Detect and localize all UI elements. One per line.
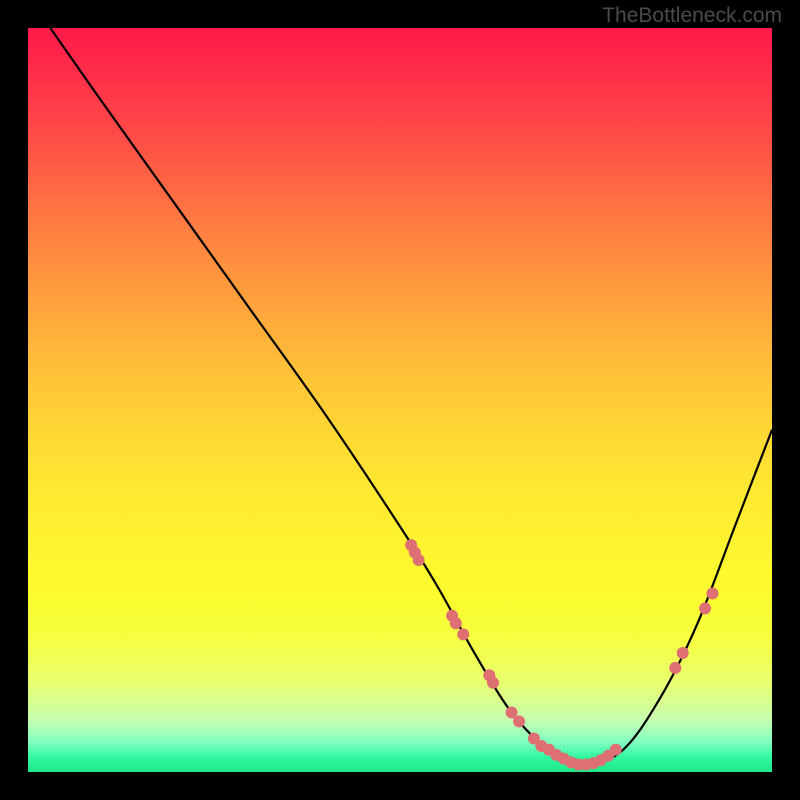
data-point — [513, 715, 525, 727]
data-point — [413, 554, 425, 566]
data-markers — [405, 539, 718, 770]
data-point — [457, 628, 469, 640]
data-point — [669, 662, 681, 674]
data-point — [610, 744, 622, 756]
data-point — [450, 617, 462, 629]
data-point — [699, 602, 711, 614]
plot-area — [28, 28, 772, 772]
watermark-text: TheBottleneck.com — [602, 4, 782, 28]
data-point — [677, 647, 689, 659]
chart-svg — [28, 28, 772, 772]
data-point — [487, 677, 499, 689]
bottleneck-curve — [50, 28, 772, 765]
data-point — [706, 587, 718, 599]
